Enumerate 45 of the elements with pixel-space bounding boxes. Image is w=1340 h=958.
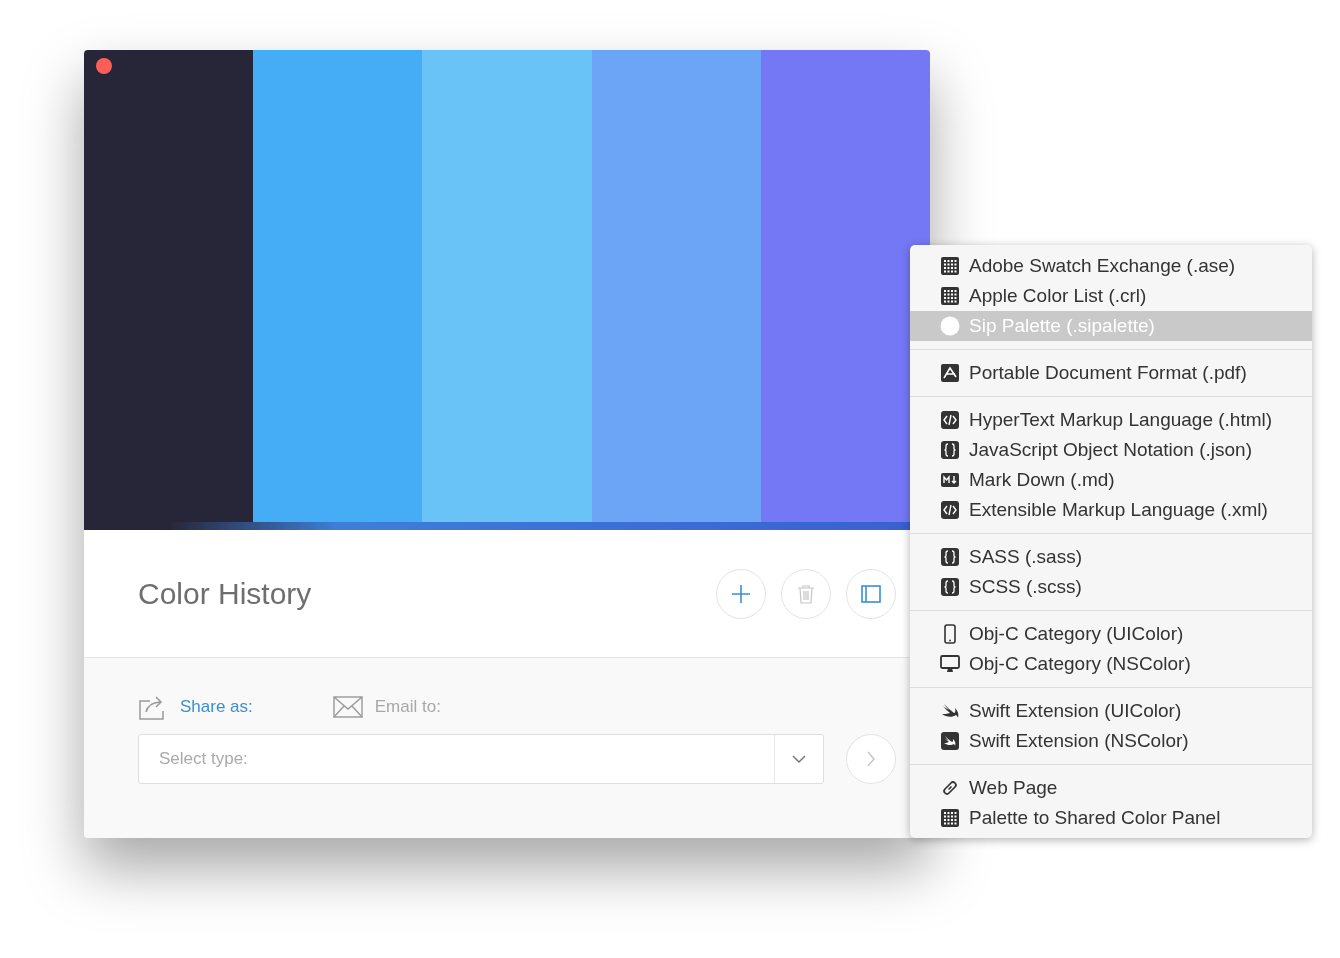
chevron-down-icon [791, 754, 807, 764]
menu-item[interactable]: HyperText Markup Language (.html) [910, 405, 1312, 435]
menu-item[interactable]: Obj-C Category (UIColor) [910, 619, 1312, 649]
menu-item[interactable]: Obj-C Category (NSColor) [910, 649, 1312, 679]
menu-item[interactable]: SASS (.sass) [910, 542, 1312, 572]
menu-item[interactable]: SCSS (.scss) [910, 572, 1312, 602]
sidebar-icon [861, 584, 881, 603]
sidebar-button[interactable] [846, 568, 896, 619]
braces-icon [940, 547, 960, 567]
menu-item[interactable]: Mark Down (.md) [910, 465, 1312, 495]
monitor-icon [940, 654, 960, 674]
link-icon [940, 778, 960, 798]
trash-button[interactable] [781, 568, 831, 619]
plus-icon [731, 583, 751, 604]
menu-item[interactable]: Palette to Shared Color Panel [910, 803, 1312, 833]
grid-icon [940, 286, 960, 306]
code-icon [940, 500, 960, 520]
pdf-icon [940, 363, 960, 383]
menu-item[interactable]: Portable Document Format (.pdf) [910, 358, 1312, 388]
menu-item[interactable]: Extensible Markup Language (.xml) [910, 495, 1312, 525]
menu-item[interactable]: Apple Color List (.crl) [910, 281, 1312, 311]
menu-item[interactable]: JavaScript Object Notation (.json) [910, 435, 1312, 465]
chevron-right-icon [866, 750, 876, 768]
bird-icon [940, 731, 960, 751]
grid-icon [940, 256, 960, 276]
code-icon [940, 410, 960, 430]
envelope-icon [332, 696, 363, 718]
section-title: Color History [138, 576, 313, 611]
color-swatch[interactable] [422, 50, 592, 522]
menu-item[interactable]: Swift Extension (UIColor) [910, 696, 1312, 726]
color-swatch[interactable] [84, 50, 254, 522]
braces-icon [940, 440, 960, 460]
menu-item[interactable]: Adobe Swatch Exchange (.ase) [910, 251, 1312, 281]
color-swatch[interactable] [591, 50, 761, 522]
trash-icon [797, 583, 815, 604]
menu-item[interactable]: Swift Extension (NSColor) [910, 726, 1312, 756]
next-button[interactable] [846, 734, 896, 784]
add-button[interactable] [716, 568, 766, 619]
menu-item[interactable]: Web Page [910, 773, 1312, 803]
markdown-icon [940, 470, 960, 490]
color-swatch[interactable] [760, 50, 930, 522]
color-swatch[interactable] [253, 50, 423, 522]
circle-icon [940, 316, 960, 336]
grid-icon [940, 808, 960, 828]
braces-icon [940, 577, 960, 597]
